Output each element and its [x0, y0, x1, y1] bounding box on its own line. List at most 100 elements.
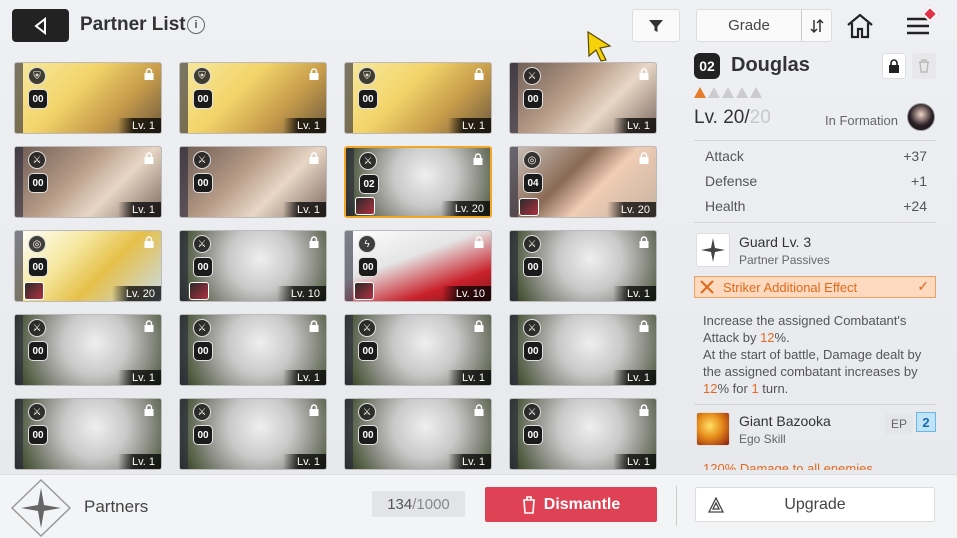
lock-icon [639, 152, 650, 164]
class-swords-icon: ⚔ [193, 235, 211, 253]
grade-badge: 00 [193, 341, 213, 361]
level-label: Lv. 1 [447, 370, 491, 385]
delete-button[interactable] [912, 53, 936, 79]
back-button[interactable] [12, 9, 69, 42]
class-swords-icon: ⚔ [28, 403, 46, 421]
lock-icon [474, 320, 485, 332]
class-swords-icon: ⚔ [193, 319, 211, 337]
level-label: Lv. 1 [447, 118, 491, 133]
partner-card[interactable]: ⛨ 00 Lv. 1 [14, 62, 162, 134]
level-label: Lv. 20 [606, 202, 656, 217]
card-stripe [510, 63, 518, 133]
class-swords-icon: ⚔ [28, 319, 46, 337]
partner-card[interactable]: ⚔ 00 Lv. 1 [509, 398, 657, 470]
divider [694, 222, 936, 223]
partner-card[interactable]: ◎ 00 Lv. 20 [14, 230, 162, 302]
passive-name: Guard Lv. 3 [739, 234, 812, 250]
card-stripe [345, 315, 353, 385]
grade-badge: 00 [28, 341, 48, 361]
partner-card[interactable]: ⚔ 00 Lv. 1 [14, 146, 162, 218]
lock-icon [144, 404, 155, 416]
partner-card[interactable]: ⚔ 00 Lv. 1 [179, 146, 327, 218]
lock-icon [309, 152, 320, 164]
home-button[interactable] [845, 11, 875, 41]
partner-card[interactable]: ⚔ 00 Lv. 1 [344, 314, 492, 386]
lock-icon [639, 320, 650, 332]
class-swords-icon: ⚔ [523, 235, 541, 253]
class-shield-icon: ⛨ [28, 67, 46, 85]
partner-card[interactable]: ⚔ 00 Lv. 10 [179, 230, 327, 302]
partner-card[interactable]: ⚔ 00 Lv. 1 [509, 62, 657, 134]
level-label: Lv. 1 [612, 454, 656, 469]
partner-card[interactable]: ⚔ 00 Lv. 1 [509, 230, 657, 302]
grade-badge: 00 [523, 425, 543, 445]
page-title: Partner List [80, 14, 186, 35]
dismantle-button[interactable]: Dismantle [485, 487, 657, 522]
grade-badge: 00 [358, 425, 378, 445]
class-swords-icon: ⚔ [359, 152, 377, 170]
partner-level: Lv. 20/20 [694, 107, 771, 128]
partner-card[interactable]: ⚔ 00 Lv. 1 [344, 398, 492, 470]
assigned-combatant-avatar [354, 282, 374, 300]
filter-button[interactable] [632, 9, 680, 42]
striker-effect-bar[interactable]: Striker Additional Effect ✓ [694, 276, 936, 298]
card-stripe [15, 399, 23, 469]
grade-badge: 00 [193, 173, 213, 193]
card-stripe [15, 315, 23, 385]
grade-badge: 00 [523, 257, 543, 277]
passive-skill[interactable]: Guard Lv. 3 Partner Passives [694, 231, 936, 269]
ego-skill[interactable]: Giant Bazooka Ego Skill EP 2 [694, 410, 936, 448]
partner-card[interactable]: ⚔ 02 Lv. 20 [344, 146, 492, 218]
grade-badge: 00 [28, 257, 48, 277]
class-bolt-icon: ϟ [358, 235, 376, 253]
guard-star-icon [696, 233, 730, 267]
partner-card[interactable]: ⛨ 00 Lv. 1 [344, 62, 492, 134]
partner-card[interactable]: ⚔ 00 Lv. 1 [179, 398, 327, 470]
home-icon [847, 13, 873, 39]
card-stripe [180, 147, 188, 217]
upgrade-button[interactable]: Upgrade [695, 487, 935, 522]
sort-grade-button[interactable]: Grade [696, 9, 832, 42]
check-icon: ✓ [917, 278, 929, 294]
partner-card[interactable]: ◎ 04 Lv. 20 [509, 146, 657, 218]
grade-badge: 00 [358, 89, 378, 109]
ep-value: 2 [916, 412, 936, 432]
level-label: Lv. 1 [282, 454, 326, 469]
level-label: Lv. 1 [282, 370, 326, 385]
class-swords-icon: ⚔ [523, 319, 541, 337]
class-swords-icon: ⚔ [358, 403, 376, 421]
sort-order-icon[interactable] [801, 10, 831, 41]
lock-icon [474, 236, 485, 248]
class-swords-icon: ⚔ [28, 151, 46, 169]
filter-icon [649, 19, 663, 32]
level-label: Lv. 1 [117, 370, 161, 385]
partner-card[interactable]: ⚔ 00 Lv. 1 [14, 314, 162, 386]
partner-card[interactable]: ϟ 00 Lv. 10 [344, 230, 492, 302]
level-label: Lv. 1 [612, 118, 656, 133]
card-stripe [180, 315, 188, 385]
partner-card[interactable]: ⚔ 00 Lv. 1 [14, 398, 162, 470]
partner-card[interactable]: ⚔ 00 Lv. 1 [509, 314, 657, 386]
bazooka-icon [696, 412, 730, 446]
partner-card[interactable]: ⚔ 00 Lv. 1 [179, 314, 327, 386]
card-stripe [15, 231, 23, 301]
detail-grade-badge: 02 [694, 53, 720, 79]
class-shield-icon: ⛨ [358, 67, 376, 85]
level-label: Lv. 20 [111, 286, 161, 301]
assigned-combatant-avatar [355, 197, 375, 215]
class-target-icon: ◎ [523, 151, 541, 169]
card-stripe [510, 147, 518, 217]
star-icon [694, 87, 706, 98]
partner-card[interactable]: ⛨ 00 Lv. 1 [179, 62, 327, 134]
formation-avatar[interactable] [907, 103, 935, 131]
lock-icon [144, 68, 155, 80]
assigned-combatant-avatar [519, 198, 539, 216]
lock-icon [309, 236, 320, 248]
lock-icon [309, 404, 320, 416]
ep-label: EP [885, 414, 914, 434]
info-icon[interactable]: i [187, 16, 205, 34]
lock-button[interactable] [882, 53, 906, 79]
lock-icon [309, 68, 320, 80]
star-icon [708, 87, 720, 98]
assigned-combatant-avatar [24, 282, 44, 300]
